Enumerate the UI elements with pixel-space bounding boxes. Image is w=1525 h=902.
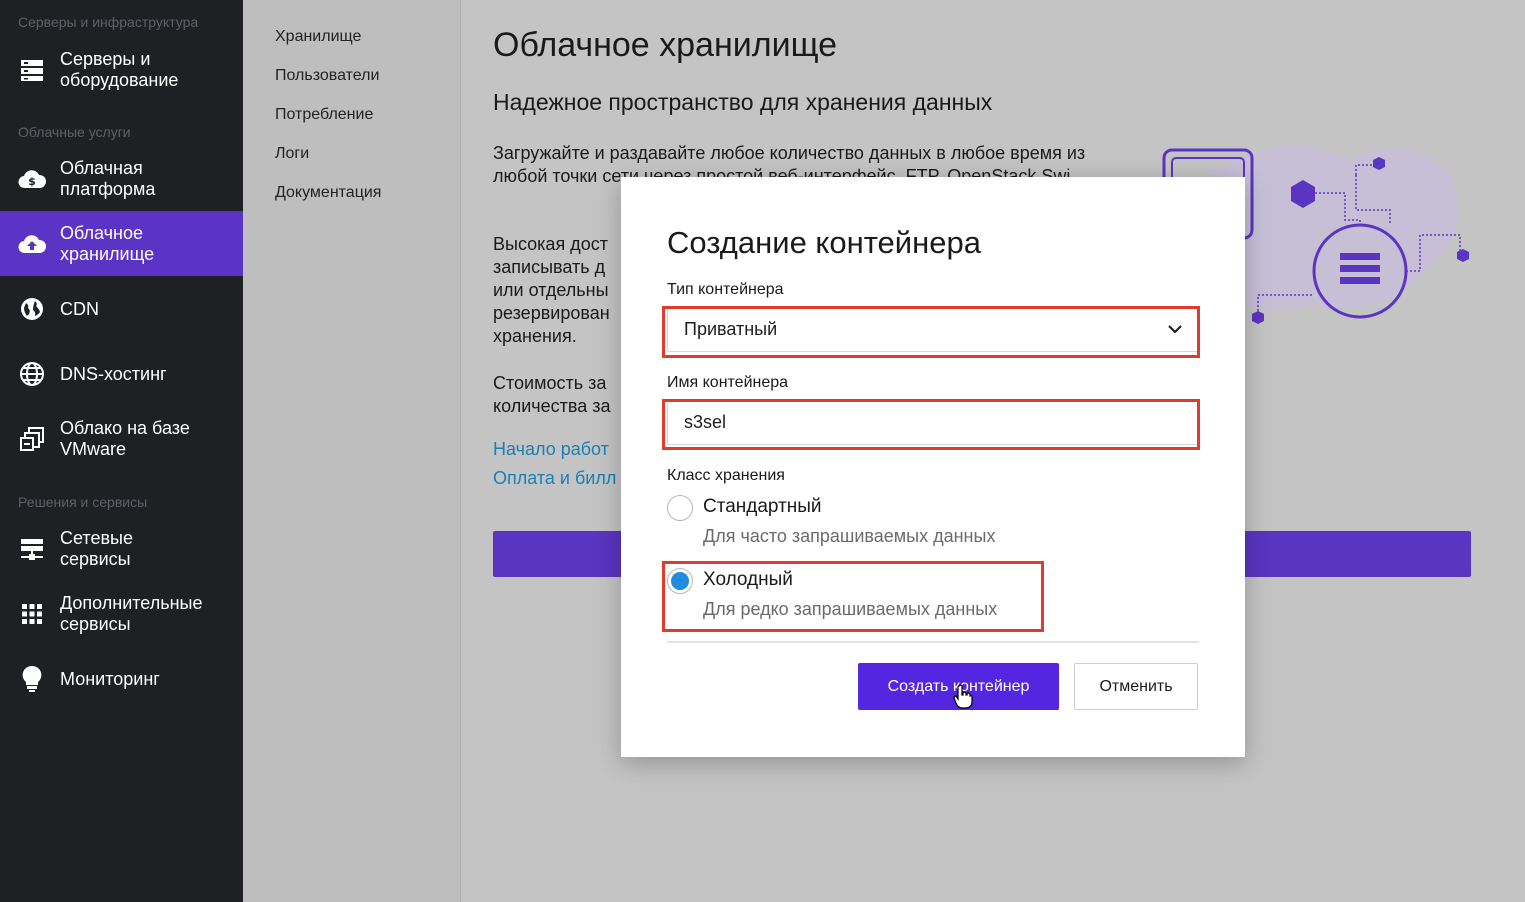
divider	[460, 0, 461, 902]
sidebar-item-label: Мониторинг	[60, 668, 160, 689]
hand-cursor-icon	[953, 684, 973, 709]
dialog-title: Создание контейнера	[667, 225, 981, 260]
sidebar-item-label: Облачная платформа	[60, 158, 156, 199]
sidebar-item-label: Облачное хранилище	[60, 222, 155, 264]
web-icon	[18, 360, 46, 388]
sidebar-item-network[interactable]: Сетевые сервисы	[0, 527, 243, 571]
sidebar-item-extra-services[interactable]: Дополнительные сервисы	[0, 592, 243, 636]
radio-button[interactable]	[667, 495, 693, 521]
sidebar-item-dns-hosting[interactable]: DNS-хостинг	[0, 355, 243, 393]
dialog-divider	[667, 641, 1199, 643]
page-subtitle: Надежное пространство для хранения данны…	[493, 89, 993, 115]
sidebar-section-label: Серверы и инфраструктура	[18, 14, 199, 30]
sidebar-item-label: Сетевые сервисы	[60, 528, 133, 569]
grid-icon	[18, 600, 46, 628]
highlight-box	[662, 399, 1200, 450]
highlight-box	[662, 306, 1200, 358]
network-icon	[18, 535, 46, 563]
sidebar-item-cloud-storage[interactable]: Облачное хранилище	[0, 211, 243, 276]
cloud-upload-icon	[18, 230, 46, 258]
sidebar-item-label: Облако на базе VMware	[60, 418, 190, 459]
container-type-label: Тип контейнера	[667, 281, 784, 298]
getting-started-link[interactable]: Начало работ	[493, 439, 609, 460]
submenu-item-logs[interactable]: Логи	[275, 145, 309, 163]
page-title: Облачное хранилище	[493, 26, 838, 64]
sidebar-section-label: Решения и сервисы	[18, 494, 148, 510]
storage-class-standard[interactable]: Стандартный Для часто запрашиваемых данн…	[667, 495, 996, 547]
storage-class-label: Класс хранения	[667, 467, 785, 484]
sidebar-section-label: Облачные услуги	[18, 124, 131, 140]
cloud-platform-icon: $	[18, 165, 46, 193]
sidebar-item-label: Серверы и оборудование	[60, 49, 179, 90]
sidebar-item-label: CDN	[60, 298, 99, 319]
submenu-item-consumption[interactable]: Потребление	[275, 106, 373, 124]
sidebar-item-monitoring[interactable]: Мониторинг	[0, 660, 243, 698]
sidebar-item-label: DNS-хостинг	[60, 363, 167, 384]
globe-icon	[18, 295, 46, 323]
highlight-box	[662, 561, 1044, 632]
bulb-icon	[18, 665, 46, 693]
server-icon	[18, 56, 46, 84]
sidebar-item-cdn[interactable]: CDN	[0, 290, 243, 328]
radio-title: Стандартный	[703, 496, 822, 517]
submenu: Хранилище Пользователи Потребление Логи …	[243, 0, 460, 902]
radio-description: Для часто запрашиваемых данных	[703, 526, 996, 546]
submenu-item-docs[interactable]: Документация	[275, 184, 381, 202]
sidebar-item-servers[interactable]: Серверы и оборудование	[0, 48, 243, 92]
sidebar-item-vmware[interactable]: Облако на базе VMware	[0, 417, 243, 461]
svg-text:$: $	[28, 175, 36, 188]
create-container-dialog: Создание контейнера Тип контейнера Прива…	[621, 177, 1245, 757]
billing-link[interactable]: Оплата и билл	[493, 468, 616, 489]
submenu-item-storage[interactable]: Хранилище	[275, 28, 361, 46]
sidebar: Серверы и инфраструктура Серверы и обору…	[0, 0, 243, 902]
cancel-button[interactable]: Отменить	[1074, 663, 1198, 710]
sidebar-item-cloud-platform[interactable]: $ Облачная платформа	[0, 157, 243, 201]
sidebar-item-label: Дополнительные сервисы	[60, 593, 203, 634]
submenu-item-users[interactable]: Пользователи	[275, 67, 379, 85]
vmware-icon	[18, 425, 46, 453]
container-name-label: Имя контейнера	[667, 374, 789, 391]
